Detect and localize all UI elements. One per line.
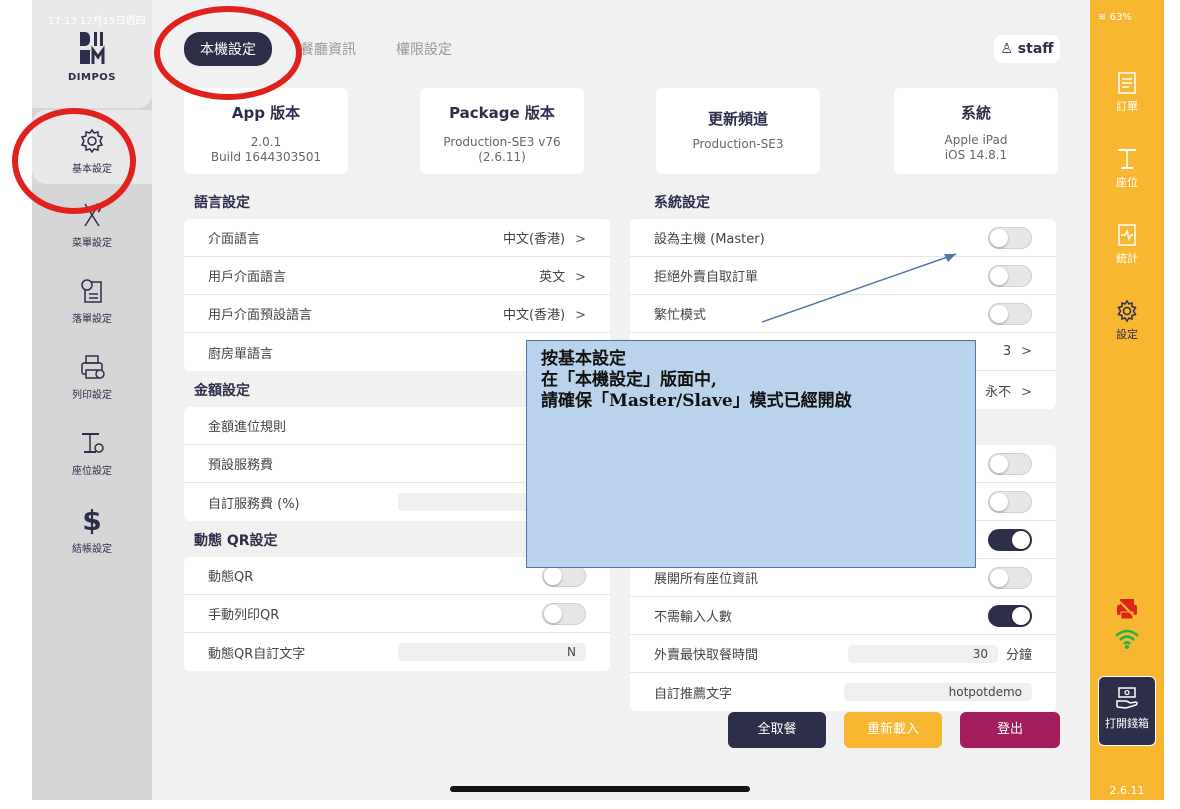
user-interface-language-row[interactable]: 用戶介面語言 英文 >	[184, 257, 610, 295]
chevron-right-icon: >	[1021, 344, 1032, 359]
order-settings-icon	[77, 276, 107, 306]
default-user-language-row[interactable]: 用戶介面預設語言 中文(香港) >	[184, 295, 610, 333]
app-version-card: App 版本 2.0.1 Build 1644303501	[184, 88, 348, 174]
takeaway-pickup-time-row: 外賣最快取餐時間 30 分鐘	[630, 635, 1056, 673]
pickup-time-field[interactable]: 30	[847, 644, 998, 663]
nav-orders[interactable]: 訂單	[1090, 70, 1164, 114]
system-toggle[interactable]	[988, 490, 1032, 513]
sidebar-item-order-settings[interactable]: 落單設定	[32, 276, 152, 325]
card-title: 更新頻道	[707, 110, 768, 128]
sidebar-item-label: 菜單設定	[72, 238, 112, 249]
card-title: App 版本	[231, 104, 301, 122]
manual-print-qr-row: 手動列印QR	[184, 595, 610, 633]
tab-restaurant-info[interactable]: 餐廳資訊	[300, 39, 356, 59]
table-settings-icon	[77, 428, 107, 458]
master-mode-toggle[interactable]	[988, 226, 1032, 249]
annotation-circle-sidebar	[12, 108, 136, 214]
stats-icon	[1114, 222, 1140, 248]
brand-name: DIMPOS	[67, 72, 116, 83]
card-value: Production-SE3 v76 (2.6.11)	[443, 135, 561, 164]
chevron-right-icon: >	[575, 232, 586, 247]
amount-settings-heading: 金額設定	[194, 383, 250, 399]
right-sidebar: ≋ 63% 訂單 座位 統計 設定 打開錢箱 2.6.11	[1090, 0, 1164, 800]
wifi-status-icon	[1114, 628, 1140, 654]
no-guest-count-row: 不需輸入人數	[630, 597, 1056, 635]
user-icon: ♙	[1000, 41, 1013, 57]
card-title: Package 版本	[449, 104, 555, 122]
sidebar-item-label: 落單設定	[72, 314, 112, 325]
sidebar-item-table-settings[interactable]: 座位設定	[32, 428, 152, 477]
no-guest-count-toggle[interactable]	[988, 604, 1032, 627]
package-version-card: Package 版本 Production-SE3 v76 (2.6.11)	[420, 88, 584, 174]
app-version: 2.6.11	[1109, 784, 1145, 797]
user-button[interactable]: ♙ staff	[994, 35, 1060, 63]
expand-seat-info-toggle[interactable]	[988, 566, 1032, 589]
cash-drawer-icon	[1114, 685, 1140, 711]
recommend-text-field[interactable]: hotpotdemo	[844, 683, 1032, 701]
annotation-note: 按基本設定 在「本機設定」版面中, 請確保「Master/Slave」模式已經開…	[526, 340, 976, 568]
reject-takeaway-toggle[interactable]	[988, 264, 1032, 287]
qr-settings-heading: 動態 QR設定	[194, 533, 278, 549]
sidebar-item-checkout-settings[interactable]: $ 結帳設定	[32, 504, 152, 556]
pickup-time-unit: 分鐘	[1005, 648, 1032, 663]
system-toggle[interactable]	[988, 452, 1032, 475]
card-title: 系統	[960, 104, 991, 122]
busy-mode-toggle[interactable]	[988, 302, 1032, 325]
annotation-circle-tab	[154, 6, 302, 100]
qr-custom-text-row: 動態QR自訂文字 N	[184, 633, 610, 671]
card-value: 2.0.1 Build 1644303501	[210, 135, 322, 164]
status-time: 17:13 12月15日週四	[48, 16, 146, 27]
home-indicator	[450, 786, 750, 792]
table-icon	[1114, 146, 1140, 172]
chevron-right-icon: >	[1021, 384, 1032, 400]
dimpos-logo-icon	[72, 28, 112, 68]
chevron-right-icon: >	[575, 270, 586, 285]
battery-status: ≋ 63%	[1098, 12, 1132, 23]
reload-button[interactable]: 重新載入	[844, 712, 942, 748]
dollar-icon: $	[82, 504, 102, 537]
manual-print-qr-toggle[interactable]	[542, 602, 586, 625]
system-card: 系統 Apple iPad iOS 14.8.1	[894, 88, 1058, 174]
card-value: Production-SE3	[692, 137, 784, 151]
app-logo: DIMPOS	[32, 28, 152, 83]
sidebar-item-print-settings[interactable]: 列印設定	[32, 352, 152, 401]
printer-settings-icon	[77, 352, 107, 382]
chevron-right-icon: >	[575, 308, 586, 323]
user-name: staff	[1017, 41, 1054, 57]
order-list-icon	[1114, 70, 1140, 96]
card-value: Apple iPad iOS 14.8.1	[944, 133, 1008, 162]
language-settings-heading: 語言設定	[194, 195, 250, 211]
qr-custom-text-field[interactable]: N	[398, 643, 586, 661]
printer-offline-icon	[1114, 596, 1140, 626]
take-all-button[interactable]: 全取餐	[728, 712, 826, 748]
open-cash-drawer-button[interactable]: 打開錢箱	[1098, 676, 1156, 746]
gear-icon	[1114, 298, 1140, 324]
system-settings-heading: 系統設定	[654, 195, 710, 211]
nav-stats[interactable]: 統計	[1090, 222, 1164, 266]
nav-settings[interactable]: 設定	[1090, 298, 1164, 342]
qr-settings-panel: 動態QR 手動列印QR 動態QR自訂文字 N	[184, 557, 610, 671]
recommend-text-row: 自訂推薦文字 hotpotdemo	[630, 673, 1056, 711]
nav-tables[interactable]: 座位	[1090, 146, 1164, 190]
annotation-arrow	[761, 253, 957, 323]
system-toggle[interactable]	[988, 528, 1032, 551]
sidebar-item-label: 列印設定	[72, 390, 112, 401]
sidebar-item-label: 座位設定	[72, 466, 112, 477]
logout-button[interactable]: 登出	[960, 712, 1060, 748]
sidebar-item-label: 結帳設定	[72, 544, 112, 555]
wifi-icon: ≋	[1098, 12, 1107, 23]
interface-language-row[interactable]: 介面語言 中文(香港) >	[184, 219, 610, 257]
update-channel-card: 更新頻道 Production-SE3	[656, 88, 820, 174]
tab-permissions[interactable]: 權限設定	[396, 39, 452, 59]
